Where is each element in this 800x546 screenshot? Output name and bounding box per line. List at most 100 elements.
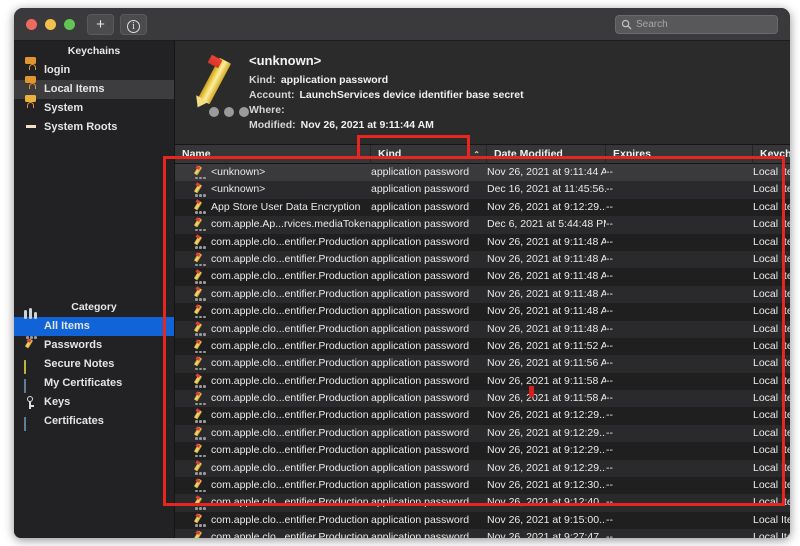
cell-expires: -- bbox=[606, 234, 753, 251]
cell-name: com.apple.clo...entifier.Production bbox=[175, 407, 371, 424]
pencil-icon bbox=[193, 462, 206, 475]
item-modified-value: Nov 26, 2021 at 9:11:44 AM bbox=[301, 118, 434, 133]
table-row[interactable]: com.apple.clo...entifier.Productionappli… bbox=[175, 286, 790, 303]
table-row[interactable]: com.apple.clo...entifier.Productionappli… bbox=[175, 355, 790, 372]
cell-text: com.apple.clo...entifier.Production bbox=[211, 268, 369, 285]
plus-icon: + bbox=[96, 16, 105, 33]
cell-modified: Nov 26, 2021 at 9:12:29... bbox=[487, 407, 606, 424]
cell-keychain: Local Iter bbox=[753, 407, 790, 424]
column-header-keychain[interactable]: Keychain bbox=[753, 145, 790, 164]
cell-modified: Nov 26, 2021 at 9:12:29... bbox=[487, 442, 606, 459]
column-header-expires[interactable]: Expires bbox=[606, 145, 753, 164]
cell-keychain: Local Iter bbox=[753, 251, 790, 268]
sidebar-item-local-items[interactable]: Local Items bbox=[14, 80, 174, 99]
table-row[interactable]: com.apple.clo...entifier.Productionappli… bbox=[175, 234, 790, 251]
pencil-icon bbox=[193, 479, 206, 492]
lock-closed-icon bbox=[24, 102, 37, 115]
cell-keychain: Local Iter bbox=[753, 512, 790, 529]
table-row[interactable]: com.apple.clo...entifier.Productionappli… bbox=[175, 338, 790, 355]
sidebar-item-login[interactable]: login bbox=[14, 61, 174, 80]
sidebar-item-label: Secure Notes bbox=[44, 355, 114, 374]
table-row[interactable]: com.apple.clo...entifier.Productionappli… bbox=[175, 390, 790, 407]
cell-name: com.apple.clo...entifier.Production bbox=[175, 477, 371, 494]
cell-kind: application password bbox=[371, 164, 487, 181]
table-row[interactable]: <unknown>application passwordDec 16, 202… bbox=[175, 181, 790, 198]
cell-modified: Nov 26, 2021 at 9:27:47... bbox=[487, 529, 606, 538]
cell-expires: -- bbox=[606, 442, 753, 459]
table-row[interactable]: com.apple.clo...entifier.Productionappli… bbox=[175, 529, 790, 538]
zoom-button[interactable] bbox=[64, 19, 75, 30]
column-header-kind[interactable]: Kind ⌃ bbox=[371, 145, 487, 164]
item-detail-text: <unknown> Kind: application password Acc… bbox=[249, 53, 524, 133]
sidebar-item-label: All Items bbox=[44, 317, 90, 336]
cell-text: com.apple.clo...entifier.Production bbox=[211, 529, 369, 538]
cell-modified: Nov 26, 2021 at 9:15:00... bbox=[487, 512, 606, 529]
sidebar-item-system[interactable]: System bbox=[14, 99, 174, 118]
add-item-button[interactable]: + bbox=[87, 14, 114, 35]
sidebar-item-system-roots[interactable]: System Roots bbox=[14, 118, 174, 137]
cell-text: com.apple.clo...entifier.Production bbox=[211, 512, 369, 529]
pencil-icon bbox=[193, 236, 206, 249]
column-header-name[interactable]: Name bbox=[175, 145, 371, 164]
table-row[interactable]: com.apple.clo...entifier.Productionappli… bbox=[175, 268, 790, 285]
cell-keychain: Local Iter bbox=[753, 164, 790, 181]
cell-keychain: Local Iter bbox=[753, 181, 790, 198]
table-row[interactable]: com.apple.clo...entifier.Productionappli… bbox=[175, 407, 790, 424]
cell-modified: Nov 26, 2021 at 9:12:29... bbox=[487, 199, 606, 216]
table-row[interactable]: com.apple.clo...entifier.Productionappli… bbox=[175, 373, 790, 390]
table-row[interactable]: com.apple.clo...entifier.Productionappli… bbox=[175, 425, 790, 442]
close-button[interactable] bbox=[26, 19, 37, 30]
pencil-icon bbox=[24, 339, 37, 352]
cell-kind: application password bbox=[371, 407, 487, 424]
pencil-icon bbox=[193, 305, 206, 318]
item-info-button[interactable]: i bbox=[120, 14, 147, 35]
cell-text: App Store User Data Encryption bbox=[211, 199, 360, 216]
sidebar-item-secure-notes[interactable]: Secure Notes bbox=[14, 355, 174, 374]
sidebar-item-label: My Certificates bbox=[44, 374, 122, 393]
pencil-icon bbox=[193, 201, 206, 214]
pencil-icon bbox=[193, 340, 206, 353]
item-account-value: LaunchServices device identifier base se… bbox=[300, 88, 524, 103]
note-icon bbox=[24, 358, 37, 371]
cell-text: com.apple.clo...entifier.Production bbox=[211, 494, 369, 511]
sidebar-item-all-items[interactable]: All Items bbox=[14, 317, 174, 336]
window-body: Keychains login Local Items bbox=[14, 41, 790, 538]
cell-keychain: Local Iter bbox=[753, 390, 790, 407]
table-row[interactable]: com.apple.clo...entifier.Productionappli… bbox=[175, 321, 790, 338]
cell-name: com.apple.clo...entifier.Production bbox=[175, 286, 371, 303]
keychain-items-list[interactable]: <unknown>application passwordNov 26, 202… bbox=[175, 164, 790, 538]
search-input[interactable] bbox=[636, 16, 774, 33]
table-row[interactable]: <unknown>application passwordNov 26, 202… bbox=[175, 164, 790, 181]
pencil-icon bbox=[193, 323, 206, 336]
table-row[interactable]: com.apple.clo...entifier.Productionappli… bbox=[175, 460, 790, 477]
table-row[interactable]: com.apple.clo...entifier.Productionappli… bbox=[175, 477, 790, 494]
table-row[interactable]: com.apple.Ap...rvices.mediaTokenapplicat… bbox=[175, 216, 790, 233]
cell-keychain: Local Iter bbox=[753, 338, 790, 355]
cell-modified: Nov 26, 2021 at 9:12:29... bbox=[487, 425, 606, 442]
minimize-button[interactable] bbox=[45, 19, 56, 30]
search-field[interactable] bbox=[615, 15, 778, 34]
column-header-date-modified[interactable]: Date Modified bbox=[487, 145, 606, 164]
sidebar-item-label: Keys bbox=[44, 393, 70, 412]
item-modified-row: Modified: Nov 26, 2021 at 9:11:44 AM bbox=[249, 118, 524, 133]
cell-expires: -- bbox=[606, 390, 753, 407]
sidebar-item-certificates[interactable]: Certificates bbox=[14, 412, 174, 431]
table-row[interactable]: com.apple.clo...entifier.Productionappli… bbox=[175, 303, 790, 320]
sidebar-item-my-certificates[interactable]: My Certificates bbox=[14, 374, 174, 393]
item-account-label: Account: bbox=[249, 88, 295, 103]
cell-modified: Nov 26, 2021 at 9:11:48 A... bbox=[487, 286, 606, 303]
table-row[interactable]: com.apple.clo...entifier.Productionappli… bbox=[175, 442, 790, 459]
table-row[interactable]: com.apple.clo...entifier.Productionappli… bbox=[175, 251, 790, 268]
cell-keychain: Local Iter bbox=[753, 234, 790, 251]
traffic-lights bbox=[26, 19, 75, 30]
cell-name: com.apple.clo...entifier.Production bbox=[175, 321, 371, 338]
table-row[interactable]: com.apple.clo...entifier.Productionappli… bbox=[175, 494, 790, 511]
table-row[interactable]: App Store User Data Encryptionapplicatio… bbox=[175, 199, 790, 216]
cell-kind: application password bbox=[371, 268, 487, 285]
cell-expires: -- bbox=[606, 303, 753, 320]
cell-keychain: Local Iter bbox=[753, 442, 790, 459]
table-row[interactable]: com.apple.clo...entifier.Productionappli… bbox=[175, 512, 790, 529]
sidebar-item-keys[interactable]: Keys bbox=[14, 393, 174, 412]
cell-modified: Nov 26, 2021 at 9:12:40... bbox=[487, 494, 606, 511]
sidebar-item-passwords[interactable]: Passwords bbox=[14, 336, 174, 355]
